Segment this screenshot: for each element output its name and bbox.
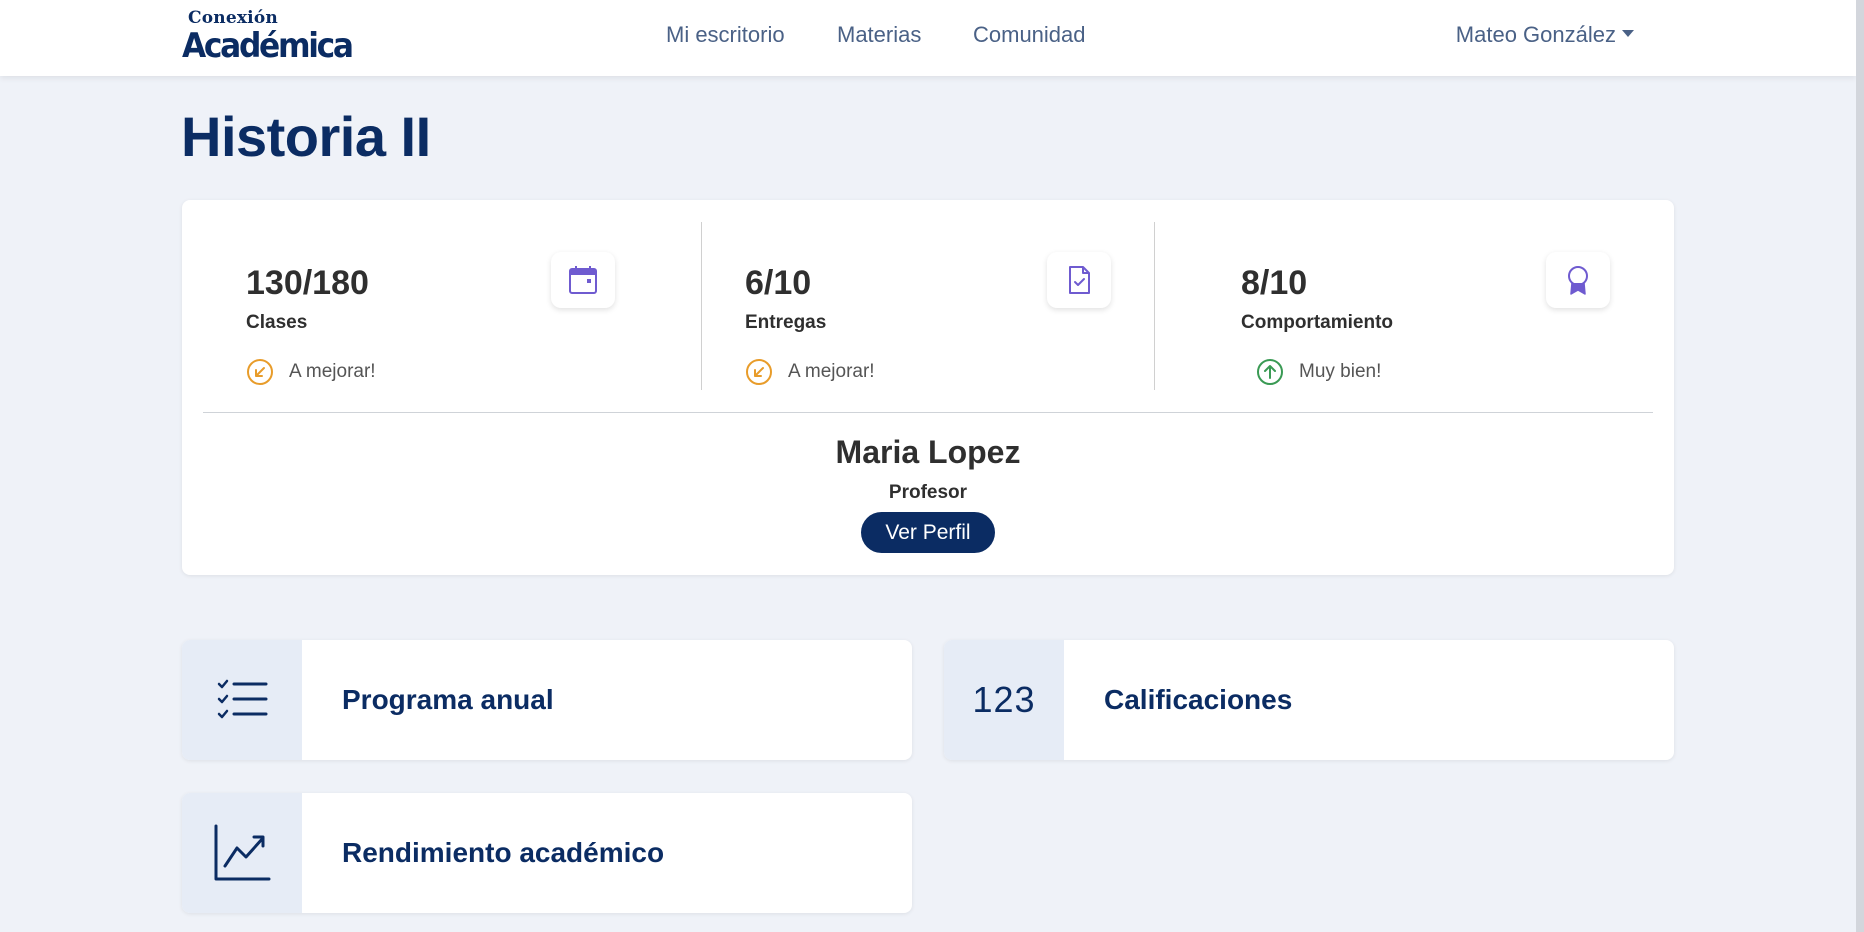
scrollbar[interactable] [1856,0,1864,932]
tile-calificaciones[interactable]: 123 Calificaciones [944,640,1674,760]
stat-trend: Muy bien! [1256,358,1381,386]
stat-trend-text: Muy bien! [1299,361,1382,382]
card-divider [203,412,1653,413]
view-profile-button[interactable]: Ver Perfil [861,512,995,553]
chart-line-icon [182,793,302,913]
arrow-up-icon [1257,359,1283,385]
stat-entregas: 6/10 Entregas A mejorar! [745,222,1095,390]
stat-label: Clases [246,312,308,333]
arrow-down-left-icon [746,359,772,385]
course-summary-card: 130/180 Clases A mejorar! 6/10 Entregas [182,200,1674,575]
stat-divider [701,222,702,390]
user-menu[interactable]: Mateo González [1456,22,1634,48]
stat-label: Comportamiento [1241,312,1393,333]
arrow-down-left-icon [247,359,273,385]
brand-logo-main: Académica [182,26,354,66]
teacher-name: Maria Lopez [835,434,1021,470]
brand-logo-top: Conexión [188,8,278,28]
page-title: Historia II [181,105,431,168]
stat-trend: A mejorar! [246,358,376,386]
nav-link-escritorio[interactable]: Mi escritorio [666,22,785,48]
tile-label: Calificaciones [1104,684,1293,715]
stat-value: 8/10 [1241,264,1308,302]
award-icon [1546,252,1610,308]
tile-programa-anual[interactable]: Programa anual [182,640,912,760]
teacher-role: Profesor [888,482,968,503]
calendar-icon [551,252,615,308]
stat-trend-text: A mejorar! [289,361,376,382]
top-navbar: Conexión Académica Mi escritorio Materia… [0,0,1856,76]
stat-trend: A mejorar! [745,358,875,386]
brand-logo[interactable]: Conexión Académica [182,6,354,66]
checklist-icon [182,640,302,760]
nav-link-comunidad[interactable]: Comunidad [973,22,1086,48]
document-check-icon [1047,252,1111,308]
stat-comportamiento: 8/10 Comportamiento Muy bien! [1241,222,1601,390]
numbers-icon-text: 123 [972,679,1036,720]
nav-link-materias[interactable]: Materias [837,22,921,48]
stat-divider [1154,222,1155,390]
stat-trend-text: A mejorar! [788,361,875,382]
tile-label: Rendimiento académico [342,837,665,868]
tile-label: Programa anual [342,684,554,715]
tile-rendimiento-academico[interactable]: Rendimiento académico [182,793,912,913]
stat-value: 6/10 [745,264,812,302]
numbers-icon: 123 [944,640,1064,760]
stat-label: Entregas [745,312,827,333]
stat-value: 130/180 [246,264,369,302]
user-name: Mateo González [1455,22,1616,47]
caret-down-icon [1622,29,1634,37]
